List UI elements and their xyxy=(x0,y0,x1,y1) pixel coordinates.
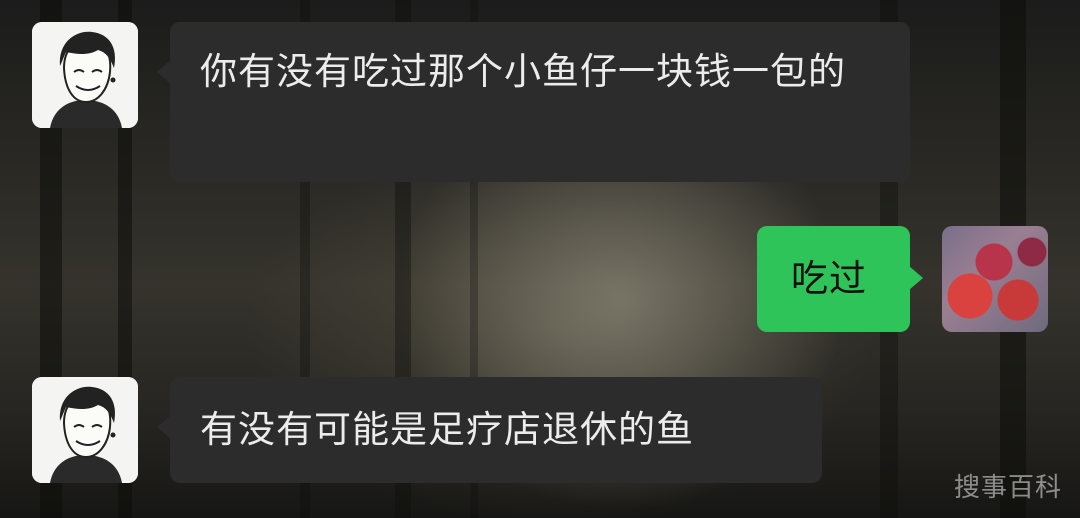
incoming-message-bubble[interactable]: 有没有可能是足疗店退休的鱼 xyxy=(157,377,822,483)
contact-avatar[interactable] xyxy=(32,22,138,128)
outgoing-message-bubble[interactable]: 吃过 xyxy=(757,226,923,332)
cartoon-boy-avatar-icon xyxy=(32,22,138,128)
watermark: 搜事百科 xyxy=(953,473,1062,503)
message-text: 吃过 xyxy=(791,257,867,300)
message-text: 有没有可能是足疗店退休的鱼 xyxy=(200,408,694,451)
my-avatar[interactable] xyxy=(942,226,1048,332)
incoming-message-bubble[interactable]: 你有没有吃过那个小鱼仔一块钱一包的 xyxy=(157,22,910,182)
cartoon-boy-avatar-icon xyxy=(32,377,138,483)
contact-avatar[interactable] xyxy=(32,377,138,483)
message-text: 你有没有吃过那个小鱼仔一块钱一包的 xyxy=(200,50,846,93)
